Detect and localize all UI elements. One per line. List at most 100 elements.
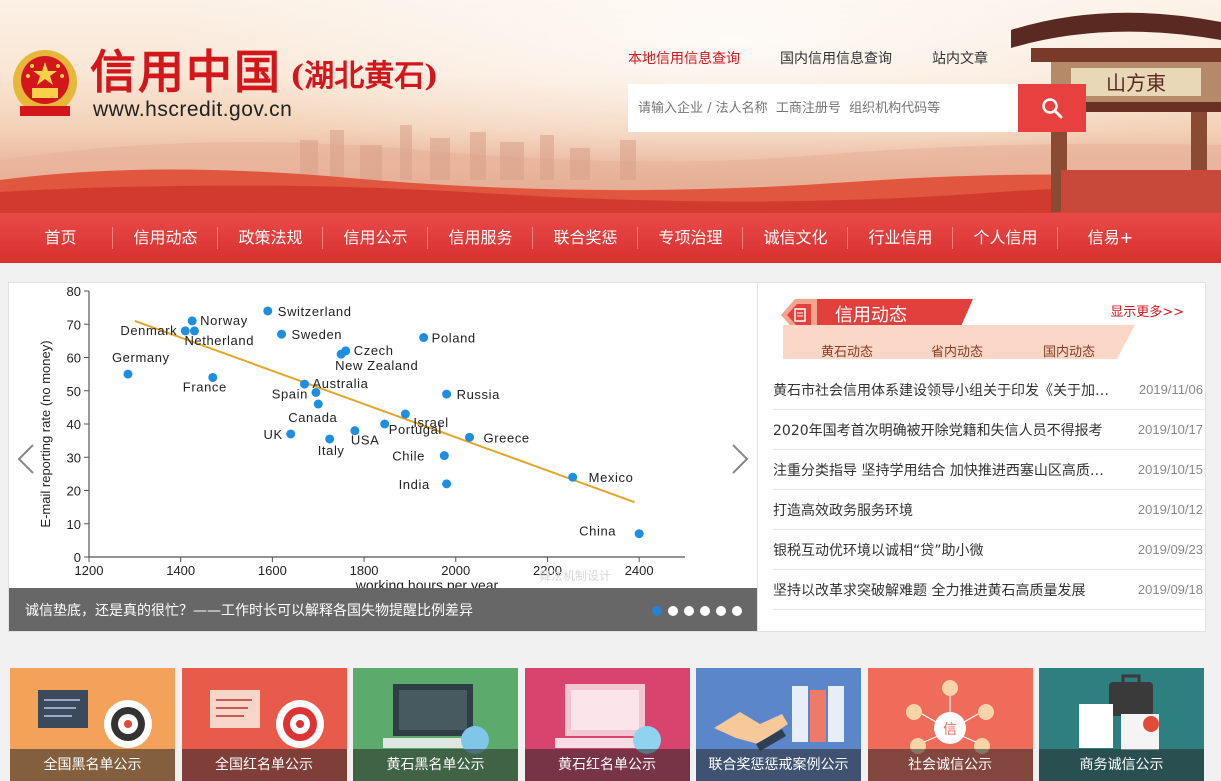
scatter-point xyxy=(442,389,452,399)
image-slider: 0 10 20 30 40 50 60 70 80 1200 1400 1600 1800 2000 220… xyxy=(9,283,758,631)
news-tab-province[interactable]: 省内动态 xyxy=(931,341,983,360)
scatter-point xyxy=(634,529,644,539)
scatter-point xyxy=(400,409,410,419)
scatter-chart: 010203040506070801200 1400 1600 1800 2000 220… xyxy=(38,284,685,588)
x-tick-label: 1200 xyxy=(75,563,104,578)
slider-next-arrow-icon[interactable] xyxy=(727,441,751,477)
news-item[interactable]: 黄石市社会信用体系建设领导小组关于印发《关于加快推进... 2019/11/06 xyxy=(773,370,1207,410)
point-label: Germany xyxy=(112,350,170,365)
tile-huangshi-blacklist[interactable]: 黄石黑名单公示 xyxy=(353,668,518,781)
point-label: France xyxy=(183,379,227,394)
slider-dot[interactable] xyxy=(732,606,742,616)
point-label: New Zealand xyxy=(335,358,418,373)
news-more-link[interactable]: 显示更多>> xyxy=(1110,301,1184,320)
tile-business-integrity[interactable]: 商务诚信公示 xyxy=(1039,668,1204,781)
tile-national-blacklist[interactable]: 全国黑名单公示 xyxy=(10,668,175,781)
news-item-date: 2019/09/18 xyxy=(1137,582,1203,597)
search-tab-national[interactable]: 国内信用信息查询 xyxy=(780,48,892,72)
slide-caption[interactable]: 诚信垫底，还是真的很忙？——工作时长可以解释各国失物提醒比例差异 xyxy=(25,600,473,620)
point-label: Portugal xyxy=(389,422,442,437)
scatter-point xyxy=(123,369,133,379)
point-label: Greece xyxy=(484,430,530,445)
slide-watermark: 舞法机制设计 xyxy=(539,569,612,583)
news-item-date: 2019/11/06 xyxy=(1138,382,1203,397)
search-button[interactable] xyxy=(1018,84,1086,132)
news-item[interactable]: 注重分类指导 坚持学用结合 加快推进西塞山区高质量发展 2019/10/15 xyxy=(773,450,1207,490)
scatter-point xyxy=(442,479,452,489)
nav-personal-credit[interactable]: 个人信用 xyxy=(953,213,1058,263)
scatter-point xyxy=(277,329,287,339)
tile-joint-punishment-cases[interactable]: 联合奖惩惩戒案例公示 xyxy=(696,668,861,781)
news-item-title: 黄石市社会信用体系建设领导小组关于印发《关于加快推进... xyxy=(773,382,1113,399)
slider-dot[interactable] xyxy=(716,606,726,616)
news-item[interactable]: 打造高效政务服务环境 2019/10/12 xyxy=(773,490,1207,530)
news-item-title: 银税互动优环境以诚相“贷”助小微 xyxy=(773,542,984,559)
tile-huangshi-redlist[interactable]: 黄石红名单公示 xyxy=(524,668,690,781)
tile-national-redlist[interactable]: 全国红名单公示 xyxy=(181,668,347,781)
news-tab-huangshi[interactable]: 黄石动态 xyxy=(821,341,873,360)
search-tab-articles[interactable]: 站内文章 xyxy=(932,48,988,72)
y-tick-label: 50 xyxy=(67,384,81,399)
site-subtitle: (湖北黄石) xyxy=(290,59,439,94)
nav-home[interactable]: 首页 xyxy=(8,213,113,263)
slider-dot[interactable] xyxy=(684,606,694,616)
point-label: Sweden xyxy=(292,327,343,342)
nav-xinyi-plus[interactable]: 信易+ xyxy=(1058,213,1163,263)
x-tick-label: 1600 xyxy=(258,563,287,578)
nav-integrity-culture[interactable]: 诚信文化 xyxy=(743,213,848,263)
slider-dots xyxy=(646,606,742,616)
slider-dot[interactable] xyxy=(652,606,662,616)
news-item-title: 坚持以改革求突破解难题 全力推进黄石高质量发展 xyxy=(773,582,1086,599)
slider-dot[interactable] xyxy=(668,606,678,616)
scatter-point xyxy=(263,306,273,316)
scatter-point xyxy=(286,429,296,439)
news-section: 信用动态 显示更多>> 黄石动态 省内动态 国内动态 黄石市社会信用体系建设领导… xyxy=(769,283,1207,631)
site-title: 信用中国 xyxy=(90,45,282,99)
search-tabs: 本地信用信息查询 国内信用信息查询 站内文章 xyxy=(628,48,1028,72)
news-section-title: 信用动态 xyxy=(835,305,907,326)
scatter-point xyxy=(313,399,323,409)
point-label: Russia xyxy=(457,387,501,402)
scatter-point xyxy=(187,316,197,326)
point-label: Denmark xyxy=(120,323,177,338)
tile-social-integrity[interactable]: 信 社会诚信公示 xyxy=(867,668,1033,781)
news-tab-national[interactable]: 国内动态 xyxy=(1043,341,1095,360)
point-label: India xyxy=(399,477,430,492)
news-item-date: 2019/10/12 xyxy=(1137,502,1203,517)
y-tick-label: 70 xyxy=(67,317,81,332)
tile-label: 全国红名单公示 xyxy=(181,749,347,781)
news-item[interactable]: 2020年国考首次明确被开除党籍和失信人员不得报考 2019/10/17 xyxy=(773,410,1207,450)
nav-credit-service[interactable]: 信用服务 xyxy=(428,213,533,263)
scatter-point xyxy=(568,472,578,482)
nav-credit-news[interactable]: 信用动态 xyxy=(113,213,218,263)
search-tab-local[interactable]: 本地信用信息查询 xyxy=(628,48,740,72)
tile-label: 联合奖惩惩戒案例公示 xyxy=(696,749,861,781)
national-emblem-icon xyxy=(13,50,77,116)
slider-dot[interactable] xyxy=(700,606,710,616)
point-label: Mexico xyxy=(589,470,634,485)
nav-special-governance[interactable]: 专项治理 xyxy=(638,213,743,263)
svg-text:信: 信 xyxy=(943,722,957,738)
news-item-date: 2019/09/23 xyxy=(1137,542,1203,557)
main-panel: 0 10 20 30 40 50 60 70 80 1200 1400 1600 1800 2000 220… xyxy=(8,282,1207,632)
news-item[interactable]: 坚持以改革求突破解难题 全力推进黄石高质量发展 2019/09/18 xyxy=(773,570,1207,610)
point-label: Italy xyxy=(318,443,345,458)
nav-joint-rewards[interactable]: 联合奖惩 xyxy=(533,213,638,263)
tile-label: 商务诚信公示 xyxy=(1039,749,1204,781)
nav-credit-publicity[interactable]: 信用公示 xyxy=(323,213,428,263)
point-label: Netherland xyxy=(184,333,254,348)
search-icon xyxy=(1042,98,1063,119)
nav-policy[interactable]: 政策法规 xyxy=(218,213,323,263)
y-tick-label: 30 xyxy=(67,450,81,465)
nav-industry-credit[interactable]: 行业信用 xyxy=(848,213,953,263)
search-input[interactable] xyxy=(628,84,1018,132)
svg-text:山方東: 山方東 xyxy=(1106,71,1166,95)
scatter-point xyxy=(465,432,475,442)
scatter-point xyxy=(439,451,449,461)
main-nav: 首页 信用动态 政策法规 信用公示 信用服务 联合奖惩 专项治理 诚信文化 行业… xyxy=(0,213,1221,263)
site-url[interactable]: www.hscredit.gov.cn xyxy=(93,98,292,122)
news-item-date: 2019/10/15 xyxy=(1137,462,1203,477)
news-item-title: 注重分类指导 坚持学用结合 加快推进西塞山区高质量发展 xyxy=(773,462,1113,479)
news-item[interactable]: 银税互动优环境以诚相“贷”助小微 2019/09/23 xyxy=(773,530,1207,570)
slider-prev-arrow-icon[interactable] xyxy=(15,441,39,477)
